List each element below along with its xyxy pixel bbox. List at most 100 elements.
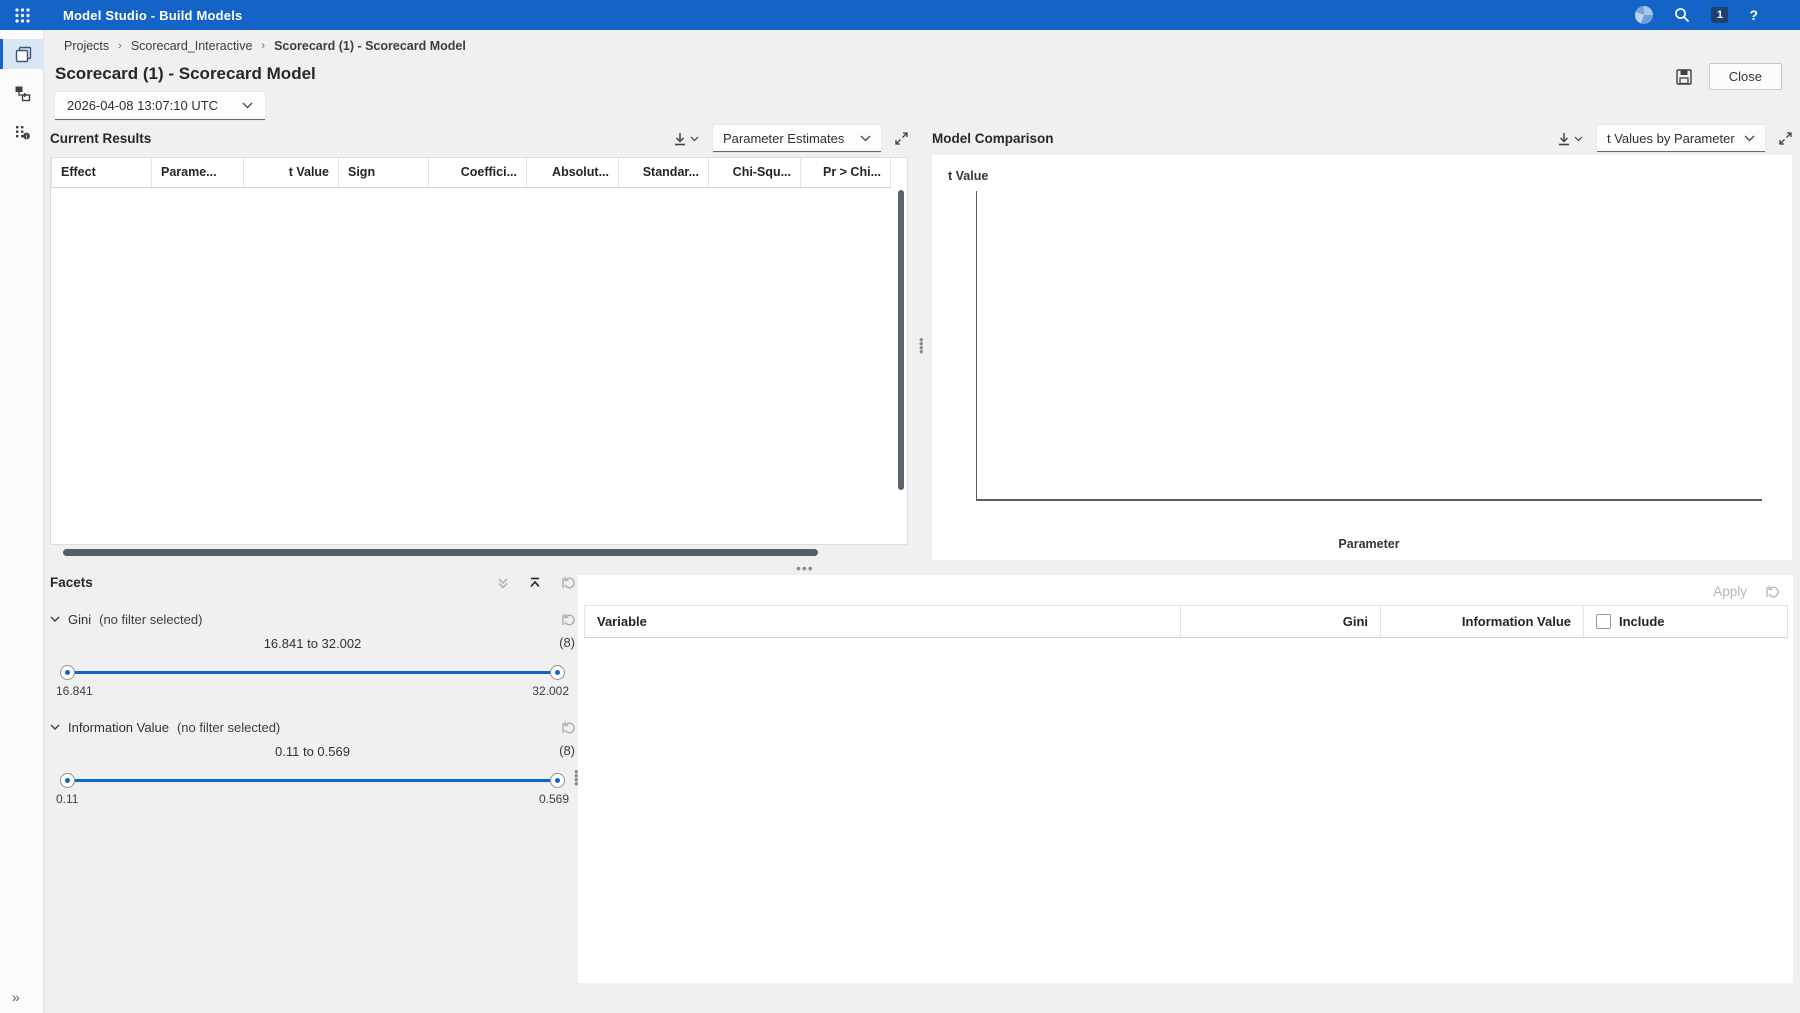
slider-handle-min[interactable] bbox=[60, 665, 75, 680]
variables-panel: Apply Variable Gini Information Value In… bbox=[578, 575, 1793, 983]
slider-handle-max[interactable] bbox=[550, 665, 565, 680]
gini-max-label: 32.002 bbox=[532, 684, 569, 698]
collapse-all-icon[interactable] bbox=[497, 577, 509, 589]
facet-information-value: Information Value (no filter selected) (… bbox=[50, 720, 575, 806]
chevron-down-icon bbox=[242, 102, 253, 109]
iv-max-label: 0.569 bbox=[539, 792, 569, 806]
breadcrumb-projects[interactable]: Projects bbox=[64, 39, 109, 53]
col-variable[interactable]: Variable bbox=[585, 606, 1181, 638]
help-icon[interactable]: ? bbox=[1749, 7, 1758, 23]
sidebar-item-data[interactable]: i bbox=[0, 117, 44, 147]
timestamp-select[interactable]: 2026-04-08 13:07:10 UTC bbox=[55, 92, 265, 120]
model-comparison-title: Model Comparison bbox=[932, 131, 1054, 146]
app-title: Model Studio - Build Models bbox=[63, 8, 242, 23]
comparison-view-select[interactable]: t Values by Parameter bbox=[1597, 125, 1765, 152]
brand-logo-icon[interactable] bbox=[1635, 6, 1653, 24]
pipeline-icon bbox=[14, 85, 31, 102]
expand-sidebar-icon[interactable]: » bbox=[12, 989, 18, 1005]
col-sign[interactable]: Sign bbox=[339, 158, 429, 188]
t-values-bar-chart: t Value Parameter bbox=[932, 155, 1792, 560]
col-include: Include bbox=[1584, 606, 1788, 638]
chevron-down-icon[interactable] bbox=[50, 616, 60, 623]
slider-handle-min[interactable] bbox=[60, 773, 75, 788]
data-grid-icon: i bbox=[14, 124, 31, 141]
facet-iv-note: (no filter selected) bbox=[177, 720, 280, 735]
download-icon[interactable] bbox=[1557, 132, 1583, 146]
current-results-title: Current Results bbox=[50, 131, 151, 146]
facets-title: Facets bbox=[50, 575, 93, 590]
chart-plot-area bbox=[976, 191, 1762, 501]
reset-icon[interactable] bbox=[1765, 585, 1779, 599]
chevron-down-icon bbox=[1744, 135, 1755, 142]
x-axis-label: Parameter bbox=[976, 537, 1762, 551]
col-chi-squ-[interactable]: Chi-Squ... bbox=[709, 158, 801, 188]
col-t-value[interactable]: t Value bbox=[244, 158, 339, 188]
facets-panel: Facets Gini (no filter selected) (8) 16.… bbox=[50, 575, 575, 806]
search-icon[interactable] bbox=[1674, 7, 1690, 23]
facet-iv-range: 0.11 to 0.569 bbox=[50, 744, 575, 759]
app-bar: Model Studio - Build Models 1 ? bbox=[0, 0, 1800, 30]
app-launcher-icon[interactable] bbox=[0, 8, 44, 23]
facet-gini-range: 16.841 to 32.002 bbox=[50, 636, 575, 651]
facet-gini-note: (no filter selected) bbox=[99, 612, 202, 627]
page-title: Scorecard (1) - Scorecard Model bbox=[55, 64, 316, 84]
col-absolut-[interactable]: Absolut... bbox=[527, 158, 619, 188]
slider-handle-max[interactable] bbox=[550, 773, 565, 788]
chevron-right-icon: › bbox=[261, 40, 265, 52]
col-pr-chi-[interactable]: Pr > Chi... bbox=[801, 158, 891, 188]
chevron-down-icon bbox=[690, 136, 699, 142]
breadcrumb-project-name[interactable]: Scorecard_Interactive bbox=[131, 39, 253, 53]
gini-min-label: 16.841 bbox=[56, 684, 93, 698]
col-information-value[interactable]: Information Value bbox=[1381, 606, 1584, 638]
chevron-right-icon: › bbox=[118, 40, 122, 52]
apply-button[interactable]: Apply bbox=[1713, 584, 1747, 599]
iv-range-slider[interactable] bbox=[68, 773, 557, 787]
slider-track[interactable] bbox=[68, 779, 557, 782]
download-icon[interactable] bbox=[673, 132, 699, 146]
slider-track[interactable] bbox=[68, 671, 557, 674]
reset-icon[interactable] bbox=[561, 721, 575, 735]
col-parame-[interactable]: Parame... bbox=[152, 158, 244, 188]
notifications-badge[interactable]: 1 bbox=[1711, 7, 1728, 23]
panel-splitter-vertical[interactable]: •••• bbox=[919, 338, 924, 354]
panel-splitter-horizontal[interactable]: ••• bbox=[796, 560, 814, 576]
reset-icon[interactable] bbox=[561, 613, 575, 627]
chevron-down-icon[interactable] bbox=[50, 724, 60, 731]
include-all-checkbox[interactable] bbox=[1596, 614, 1611, 629]
chevron-down-icon bbox=[860, 135, 871, 142]
table-header: EffectParame...t ValueSignCoeffici...Abs… bbox=[52, 158, 900, 188]
facet-iv-label: Information Value bbox=[68, 720, 169, 735]
variables-table: Variable Gini Information Value Include bbox=[584, 605, 1788, 638]
gini-range-slider[interactable] bbox=[68, 665, 557, 679]
table-header: Variable Gini Information Value Include bbox=[585, 606, 1788, 638]
col-standar-[interactable]: Standar... bbox=[619, 158, 709, 188]
close-button[interactable]: Close bbox=[1709, 63, 1782, 90]
col-coeffici-[interactable]: Coeffici... bbox=[429, 158, 527, 188]
breadcrumb-current: Scorecard (1) - Scorecard Model bbox=[274, 39, 466, 53]
timestamp-value: 2026-04-08 13:07:10 UTC bbox=[67, 98, 218, 113]
breadcrumb: Projects › Scorecard_Interactive › Score… bbox=[64, 39, 466, 53]
save-icon[interactable] bbox=[1675, 68, 1693, 86]
left-toolbar: i » bbox=[0, 30, 44, 1013]
sidebar-item-pipeline[interactable] bbox=[0, 78, 44, 108]
facet-gini: Gini (no filter selected) (8) 16.841 to … bbox=[50, 612, 575, 698]
results-view-select[interactable]: Parameter Estimates bbox=[713, 125, 881, 152]
reset-icon[interactable] bbox=[561, 576, 575, 590]
horizontal-scrollbar[interactable] bbox=[63, 549, 818, 556]
facet-gini-label: Gini bbox=[68, 612, 91, 627]
vertical-scrollbar[interactable] bbox=[898, 190, 904, 490]
iv-min-label: 0.11 bbox=[56, 792, 78, 806]
sidebar-item-results[interactable] bbox=[0, 39, 44, 69]
parameter-estimates-table: EffectParame...t ValueSignCoeffici...Abs… bbox=[50, 157, 908, 545]
maximize-icon[interactable] bbox=[1779, 132, 1792, 145]
col-effect[interactable]: Effect bbox=[52, 158, 152, 188]
horizontal-scrollbar-track bbox=[50, 549, 908, 557]
col-gini[interactable]: Gini bbox=[1181, 606, 1381, 638]
include-header-label: Include bbox=[1619, 614, 1665, 629]
results-view-value: Parameter Estimates bbox=[723, 131, 844, 146]
y-axis-label: t Value bbox=[948, 169, 988, 183]
maximize-icon[interactable] bbox=[895, 132, 908, 145]
results-copy-icon bbox=[15, 46, 32, 63]
expand-all-icon[interactable] bbox=[529, 577, 541, 589]
chevron-down-icon bbox=[1574, 136, 1583, 142]
